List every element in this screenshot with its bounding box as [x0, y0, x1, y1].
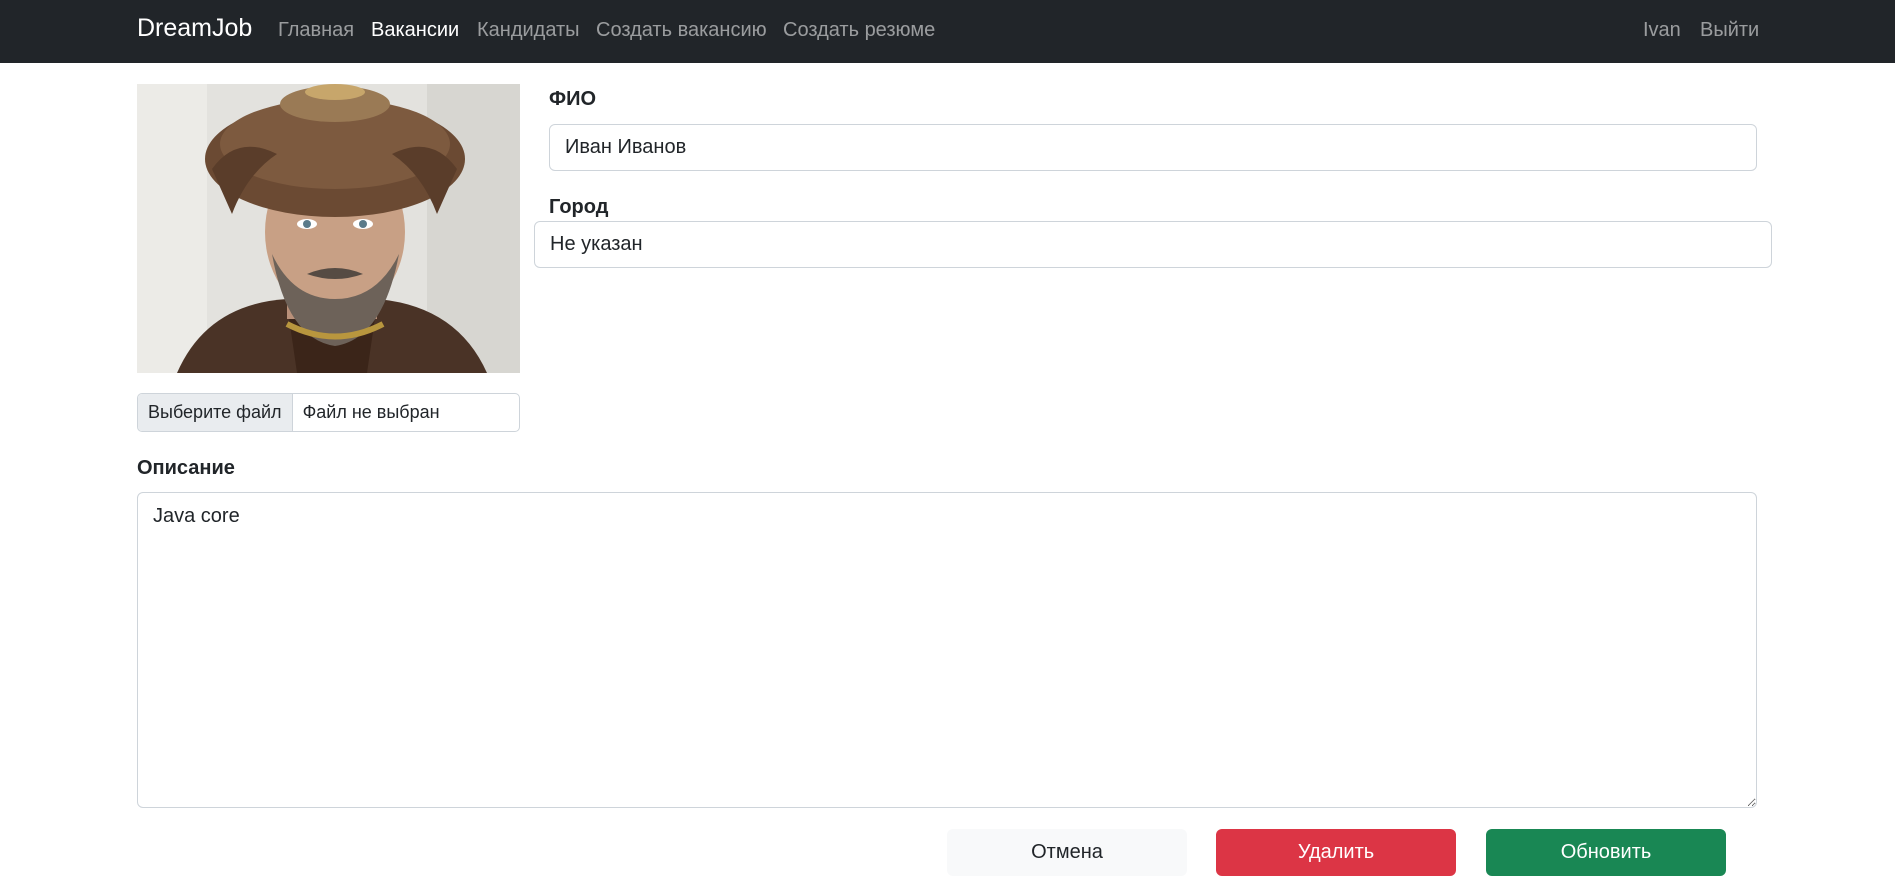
- name-input[interactable]: [549, 124, 1757, 171]
- update-button[interactable]: Обновить: [1486, 829, 1726, 876]
- navbar: DreamJob Главная Вакансии Кандидаты Созд…: [0, 0, 1895, 63]
- description-label: Описание: [137, 457, 235, 479]
- cancel-button[interactable]: Отмена: [947, 829, 1187, 876]
- portrait-image: [137, 84, 520, 373]
- city-input[interactable]: [534, 221, 1772, 268]
- choose-file-button[interactable]: Выберите файл: [138, 394, 293, 431]
- nav-link-home[interactable]: Главная: [278, 19, 354, 42]
- nav-link-create-vacancy[interactable]: Создать вакансию: [596, 19, 767, 42]
- user-link[interactable]: Ivan: [1643, 19, 1681, 42]
- delete-button[interactable]: Удалить: [1216, 829, 1456, 876]
- logout-link[interactable]: Выйти: [1700, 19, 1759, 42]
- nav-link-create-resume[interactable]: Создать резюме: [783, 19, 935, 42]
- brand-link[interactable]: DreamJob: [137, 14, 252, 43]
- nav-link-candidates[interactable]: Кандидаты: [477, 19, 580, 42]
- name-label: ФИО: [549, 88, 597, 110]
- file-input[interactable]: Выберите файл Файл не выбран: [137, 393, 520, 432]
- file-status: Файл не выбран: [302, 402, 440, 422]
- nav-link-vacancies[interactable]: Вакансии: [371, 19, 459, 42]
- city-label: Город: [549, 196, 609, 218]
- candidate-photo: [137, 84, 520, 373]
- description-textarea[interactable]: Java core: [137, 492, 1757, 808]
